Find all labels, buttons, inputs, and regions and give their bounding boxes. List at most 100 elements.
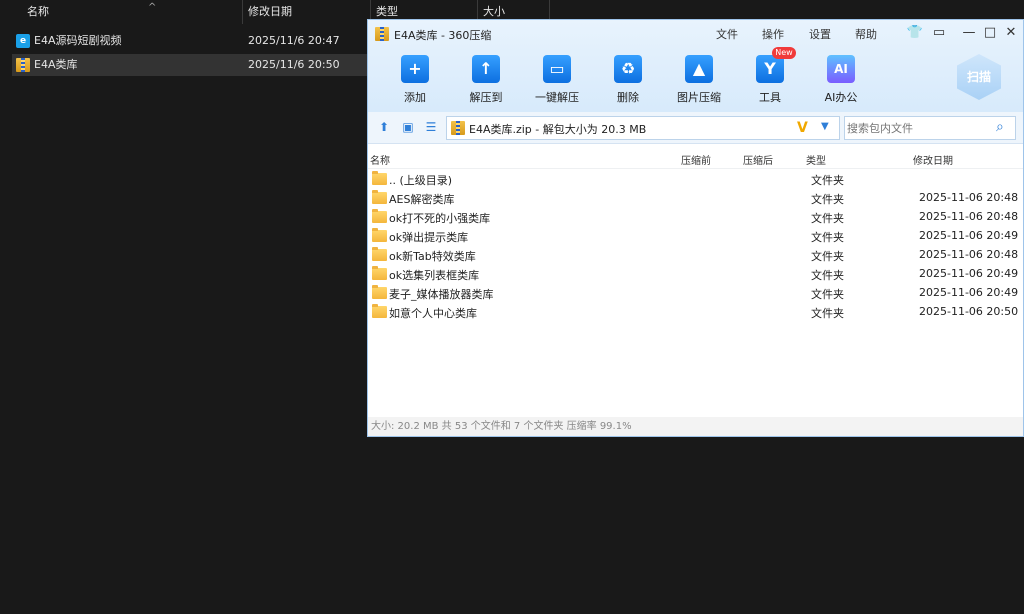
menu-settings[interactable]: 设置 [809, 26, 831, 42]
scan-button[interactable]: 扫描 [957, 54, 1001, 100]
list-item[interactable]: 麦子_媒体播放器类库 文件夹 2025-11-06 20:49 [368, 284, 1023, 303]
one-click-extract-icon: ▭ [543, 55, 571, 83]
list-item[interactable]: ok新Tab特效类库 文件夹 2025-11-06 20:48 [368, 246, 1023, 265]
list-item[interactable]: 如意个人中心类库 文件夹 2025-11-06 20:50 [368, 303, 1023, 322]
menu-operate[interactable]: 操作 [762, 26, 784, 42]
chevron-down-icon[interactable]: ▼ [821, 121, 829, 132]
folder-icon [372, 171, 387, 185]
folder-icon [372, 228, 387, 242]
path-bar: ⬆ ▣ ☰ E4A类库.zip - 解包大小为 20.3 MB V ▼ ⌕ [368, 112, 1023, 144]
close-button[interactable]: ✕ [1002, 24, 1020, 42]
add-button[interactable]: + 添加 [378, 53, 448, 109]
column-date[interactable]: 修改日期 [243, 0, 371, 24]
header-date[interactable]: 修改日期 [913, 152, 953, 167]
tools-button[interactable]: Y 工具 [733, 53, 803, 109]
row-name: E4A类库 [34, 58, 78, 71]
v-icon[interactable]: V [797, 120, 808, 136]
folder-icon [372, 190, 387, 204]
row-date: 2025/11/6 20:50 [248, 58, 340, 71]
delete-label: 删除 [617, 91, 639, 104]
one-click-extract-label: 一键解压 [535, 91, 579, 104]
file-list-header: 名称 压缩前 压缩后 类型 修改日期 [368, 149, 1023, 169]
column-name-label: 名称 [27, 5, 49, 18]
file-type: 文件夹 [811, 269, 844, 282]
list-view-icon[interactable]: ☰ [424, 120, 438, 134]
file-date: 2025-11-06 20:48 [919, 191, 1019, 204]
tools-icon: Y [756, 55, 784, 83]
add-icon: + [401, 55, 429, 83]
column-name[interactable]: 名称 ^ [22, 0, 243, 24]
delete-icon: ♻ [614, 55, 642, 83]
file-name: ok新Tab特效类库 [389, 250, 476, 263]
compress-window: E4A类库 - 360压缩 文件 操作 设置 帮助 👕 ▭ — □ ✕ + 添加… [367, 19, 1024, 437]
feedback-icon[interactable]: ▭ [930, 24, 948, 42]
file-name: .. (上级目录) [389, 174, 453, 187]
delete-button[interactable]: ♻ 删除 [591, 53, 661, 109]
up-arrow-icon[interactable]: ⬆ [377, 120, 391, 134]
ai-office-button[interactable]: AI AI办公 [804, 53, 874, 109]
file-date: 2025-11-06 20:48 [919, 248, 1019, 261]
header-name[interactable]: 名称 [370, 152, 390, 167]
folder-icon [372, 266, 387, 280]
menu-file[interactable]: 文件 [716, 26, 738, 42]
file-date: 2025-11-06 20:50 [919, 305, 1019, 318]
file-type: 文件夹 [811, 174, 844, 187]
list-item[interactable]: AES解密类库 文件夹 2025-11-06 20:48 [368, 189, 1023, 208]
list-item[interactable]: ok打不死的小强类库 文件夹 2025-11-06 20:48 [368, 208, 1023, 227]
minimize-button[interactable]: — [960, 24, 978, 42]
extract-icon: ↑ [472, 55, 500, 83]
file-name: ok选集列表框类库 [389, 269, 480, 282]
file-date: 2025-11-06 20:49 [919, 286, 1019, 299]
image-compress-icon: ▲ [685, 55, 713, 83]
extract-to-label: 解压到 [469, 91, 503, 104]
file-name: 如意个人中心类库 [389, 307, 477, 320]
sort-up-icon: ^ [148, 2, 157, 13]
thumbnail-view-icon[interactable]: ▣ [401, 120, 415, 134]
window-topbar: E4A类库 - 360压缩 文件 操作 设置 帮助 👕 ▭ — □ ✕ + 添加… [368, 20, 1023, 112]
column-size-label: 大小 [483, 5, 505, 18]
header-after[interactable]: 压缩后 [743, 152, 773, 167]
file-type: 文件夹 [811, 288, 844, 301]
zip-icon [16, 58, 30, 72]
maximize-button[interactable]: □ [981, 24, 999, 42]
status-bar: 大小: 20.2 MB 共 53 个文件和 7 个文件夹 压缩率 99.1% [368, 417, 1023, 436]
list-item[interactable]: ok弹出提示类库 文件夹 2025-11-06 20:49 [368, 227, 1023, 246]
search-icon[interactable]: ⌕ [996, 119, 1004, 135]
extract-to-button[interactable]: ↑ 解压到 [449, 53, 519, 109]
app-icon: e [16, 34, 30, 48]
one-click-extract-button[interactable]: ▭ 一键解压 [520, 53, 590, 109]
image-compress-button[interactable]: ▲ 图片压缩 [662, 53, 732, 109]
file-type: 文件夹 [811, 212, 844, 225]
folder-icon [372, 247, 387, 261]
file-type: 文件夹 [811, 250, 844, 263]
search-input[interactable] [847, 120, 987, 136]
ai-icon: AI [827, 55, 855, 83]
file-name: ok打不死的小强类库 [389, 212, 491, 225]
path-field[interactable]: E4A类库.zip - 解包大小为 20.3 MB V ▼ [446, 116, 840, 140]
zip-icon [375, 27, 389, 41]
new-badge: New [772, 47, 796, 59]
file-type: 文件夹 [811, 193, 844, 206]
list-item[interactable]: ok选集列表框类库 文件夹 2025-11-06 20:49 [368, 265, 1023, 284]
file-date: 2025-11-06 20:48 [919, 210, 1019, 223]
ai-office-label: AI办公 [824, 91, 858, 104]
path-text: E4A类库.zip - 解包大小为 20.3 MB [469, 123, 647, 136]
explorer-row-selected[interactable]: E4A类库 2025/11/6 20:50 [12, 54, 368, 76]
header-before[interactable]: 压缩前 [681, 152, 711, 167]
list-item[interactable]: .. (上级目录) 文件夹 [368, 170, 1023, 189]
file-type: 文件夹 [811, 231, 844, 244]
header-type[interactable]: 类型 [806, 152, 826, 167]
folder-icon [372, 285, 387, 299]
menu-help[interactable]: 帮助 [855, 26, 877, 42]
file-name: ok弹出提示类库 [389, 231, 469, 244]
row-date: 2025/11/6 20:47 [248, 34, 340, 47]
image-compress-label: 图片压缩 [677, 91, 721, 104]
file-name: AES解密类库 [389, 193, 455, 206]
column-date-label: 修改日期 [248, 5, 292, 18]
column-type-label: 类型 [376, 5, 398, 18]
search-box[interactable]: ⌕ [844, 116, 1016, 140]
file-date: 2025-11-06 20:49 [919, 229, 1019, 242]
skin-icon[interactable]: 👕 [906, 24, 924, 42]
explorer-row[interactable]: e E4A源码短剧视频 2025/11/6 20:47 [12, 30, 368, 52]
file-name: 麦子_媒体播放器类库 [389, 288, 494, 301]
